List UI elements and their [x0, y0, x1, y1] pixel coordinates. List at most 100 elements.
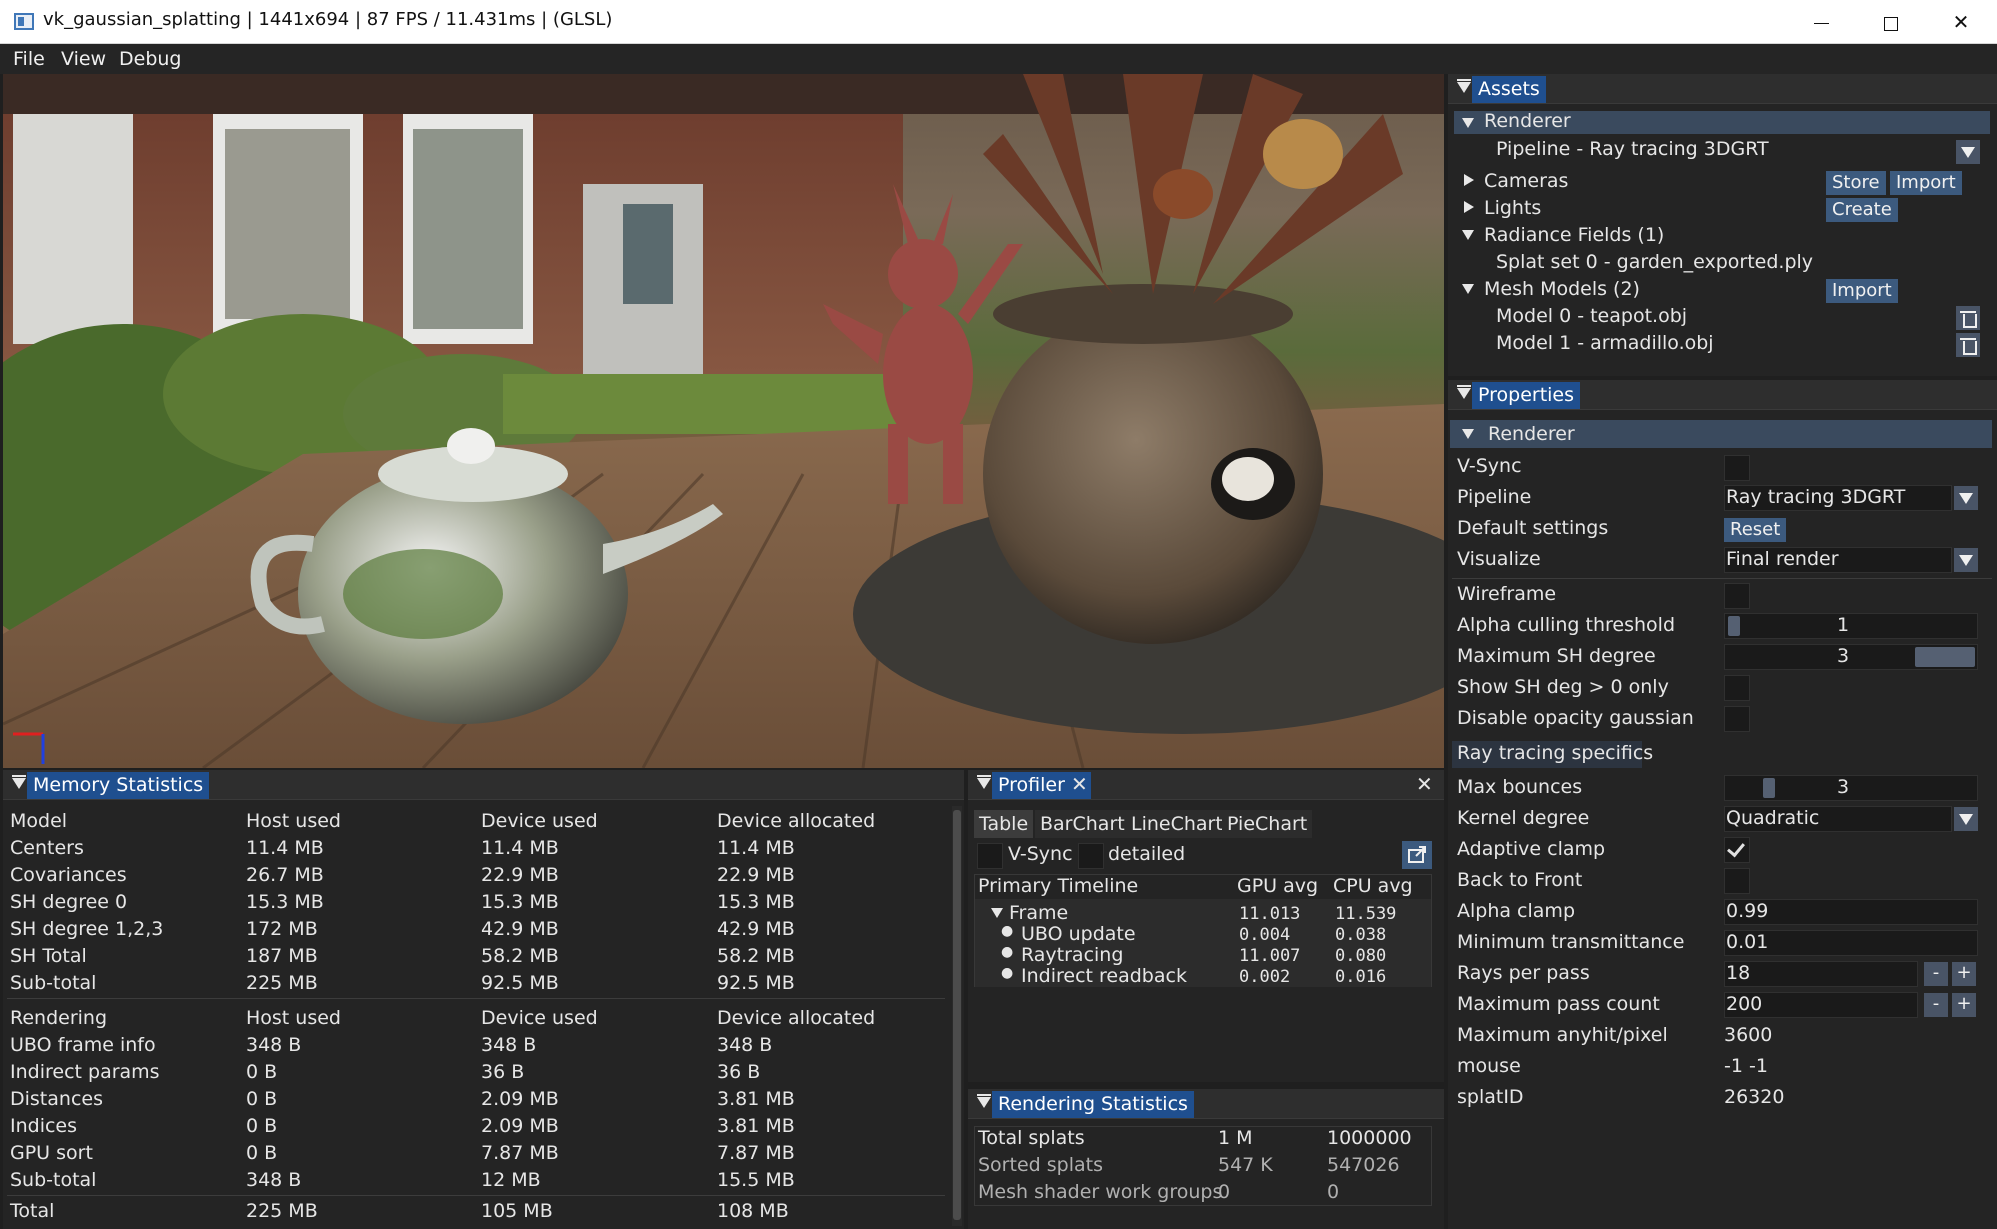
scrollbar-thumb[interactable]	[953, 810, 961, 1220]
collapse-icon[interactable]	[1457, 79, 1471, 93]
memory-tab[interactable]: Memory Statistics	[27, 772, 210, 799]
pipeline-select[interactable]: Ray tracing 3DGRT	[1724, 485, 1952, 511]
import-mesh-button[interactable]: Import	[1826, 279, 1898, 303]
model-row-col-2: 22.9 MB	[481, 864, 559, 886]
memory-header[interactable]: Memory Statistics	[3, 770, 964, 800]
visualize-label: Visualize	[1457, 548, 1541, 570]
assets-header[interactable]: Assets	[1448, 74, 1997, 104]
render-row-col-1: 0 B	[246, 1142, 278, 1164]
reset-button[interactable]: Reset	[1724, 518, 1787, 542]
model-0-item[interactable]: Model 0 - teapot.obj	[1496, 305, 1687, 327]
render-viewport[interactable]	[3, 74, 1444, 768]
max-pass-count-input[interactable]: 200	[1724, 992, 1918, 1018]
adaptive-clamp-checkbox[interactable]	[1724, 837, 1750, 863]
collapse-icon[interactable]	[977, 775, 991, 789]
decrement-button[interactable]: -	[1924, 993, 1948, 1017]
lights-node[interactable]: Lights	[1484, 197, 1541, 219]
cpu-avg-header: CPU avg	[1333, 875, 1413, 897]
render-header-col-1: Host used	[246, 1007, 341, 1029]
store-button[interactable]: Store	[1826, 171, 1886, 195]
menu-debug[interactable]: Debug	[119, 48, 181, 70]
menu-view[interactable]: View	[61, 48, 106, 70]
alpha-cull-slider[interactable]: 1	[1724, 613, 1978, 639]
collapse-icon[interactable]	[977, 1094, 991, 1108]
import-cameras-button[interactable]: Import	[1890, 171, 1962, 195]
collapse-right-icon[interactable]	[1464, 201, 1474, 213]
detailed-checkbox[interactable]	[1078, 843, 1104, 869]
close-tab-icon[interactable]: ✕	[1071, 772, 1088, 796]
pipeline-item[interactable]: Pipeline - Ray tracing 3DGRT	[1496, 138, 1769, 160]
visualize-select[interactable]: Final render	[1724, 547, 1952, 573]
visualize-value: Final render	[1726, 548, 1839, 570]
memory-scrollbar[interactable]	[952, 806, 962, 1226]
maximize-button[interactable]	[1856, 0, 1926, 44]
collapse-icon[interactable]	[12, 775, 26, 789]
chevron-down-icon[interactable]	[1954, 807, 1978, 831]
rays-per-pass-input[interactable]: 18	[1724, 961, 1918, 987]
disable-opacity-checkbox[interactable]	[1724, 706, 1750, 732]
radiance-fields-node[interactable]: Radiance Fields (1)	[1484, 224, 1664, 246]
slider-handle[interactable]	[1763, 778, 1775, 798]
chevron-down-icon[interactable]	[1956, 140, 1980, 164]
min-transmittance-label: Minimum transmittance	[1457, 931, 1685, 953]
chevron-down-icon[interactable]	[1954, 486, 1978, 510]
tab-piechart[interactable]: PieChart	[1222, 810, 1313, 838]
alpha-clamp-input[interactable]: 0.99	[1724, 899, 1978, 925]
close-icon[interactable]: ✕	[1416, 772, 1433, 796]
collapse-icon[interactable]	[1457, 385, 1471, 399]
chevron-down-icon[interactable]	[1954, 548, 1978, 572]
max-sh-slider[interactable]: 3	[1724, 644, 1978, 670]
min-transmittance-input[interactable]: 0.01	[1724, 930, 1978, 956]
menu-file[interactable]: File	[13, 48, 45, 70]
increment-button[interactable]: +	[1952, 962, 1976, 986]
export-icon[interactable]	[1402, 841, 1432, 869]
trash-icon[interactable]	[1956, 333, 1980, 357]
model-row-col-3: 11.4 MB	[717, 837, 795, 859]
model-1-item[interactable]: Model 1 - armadillo.obj	[1496, 332, 1714, 354]
properties-header[interactable]: Properties	[1448, 380, 1997, 410]
expand-icon[interactable]	[1462, 230, 1474, 240]
render-row-col-3: 15.5 MB	[717, 1169, 795, 1191]
expand-icon[interactable]	[1462, 118, 1474, 128]
raytracing-label: Raytracing	[1021, 944, 1124, 966]
decrement-button[interactable]: -	[1924, 962, 1948, 986]
splat-set-item[interactable]: Splat set 0 - garden_exported.ply	[1496, 251, 1813, 273]
collapse-right-icon[interactable]	[1464, 174, 1474, 186]
expand-icon[interactable]	[1462, 284, 1474, 294]
bullet-icon: ●	[1001, 923, 1014, 939]
menu-bar: File View Debug	[0, 44, 1997, 74]
slider-handle[interactable]	[1728, 616, 1740, 636]
show-sh-checkbox[interactable]	[1724, 675, 1750, 701]
kernel-degree-select[interactable]: Quadratic	[1724, 806, 1952, 832]
splat-id-label: splatID	[1457, 1086, 1524, 1108]
profiler-header[interactable]: Profiler ✕ ✕	[968, 770, 1444, 800]
close-button[interactable]: ✕	[1926, 0, 1996, 44]
create-light-button[interactable]: Create	[1826, 198, 1898, 222]
mesh-models-node[interactable]: Mesh Models (2)	[1484, 278, 1640, 300]
slider-handle[interactable]	[1915, 647, 1975, 667]
model-row-col-1: 26.7 MB	[246, 864, 324, 886]
rstats-tab[interactable]: Rendering Statistics	[992, 1091, 1194, 1118]
indirect-readback-gpu: 0.002	[1239, 967, 1291, 987]
properties-tab[interactable]: Properties	[1472, 382, 1581, 409]
increment-button[interactable]: +	[1952, 993, 1976, 1017]
minimize-button[interactable]	[1786, 0, 1856, 44]
render-row-col-2: 2.09 MB	[481, 1115, 559, 1137]
total-splats-label: Total splats	[978, 1127, 1085, 1149]
expand-icon[interactable]	[991, 908, 1003, 918]
max-bounces-slider[interactable]: 3	[1724, 775, 1978, 801]
vsync-checkbox[interactable]	[977, 843, 1003, 869]
assets-tab[interactable]: Assets	[1472, 76, 1546, 103]
expand-icon[interactable]	[1462, 429, 1474, 439]
tab-table[interactable]: Table	[974, 810, 1034, 838]
cameras-node[interactable]: Cameras	[1484, 170, 1568, 192]
back-to-front-checkbox[interactable]	[1724, 868, 1750, 894]
render-row-col-1: 0 B	[246, 1088, 278, 1110]
rstats-header[interactable]: Rendering Statistics	[968, 1089, 1444, 1119]
trash-icon[interactable]	[1956, 306, 1980, 330]
wireframe-checkbox[interactable]	[1724, 583, 1750, 609]
tab-barchart[interactable]: BarChart	[1035, 810, 1130, 838]
tab-linechart[interactable]: LineChart	[1126, 810, 1228, 838]
vsync-checkbox[interactable]	[1724, 455, 1750, 481]
model-row-col-2: 42.9 MB	[481, 918, 559, 940]
